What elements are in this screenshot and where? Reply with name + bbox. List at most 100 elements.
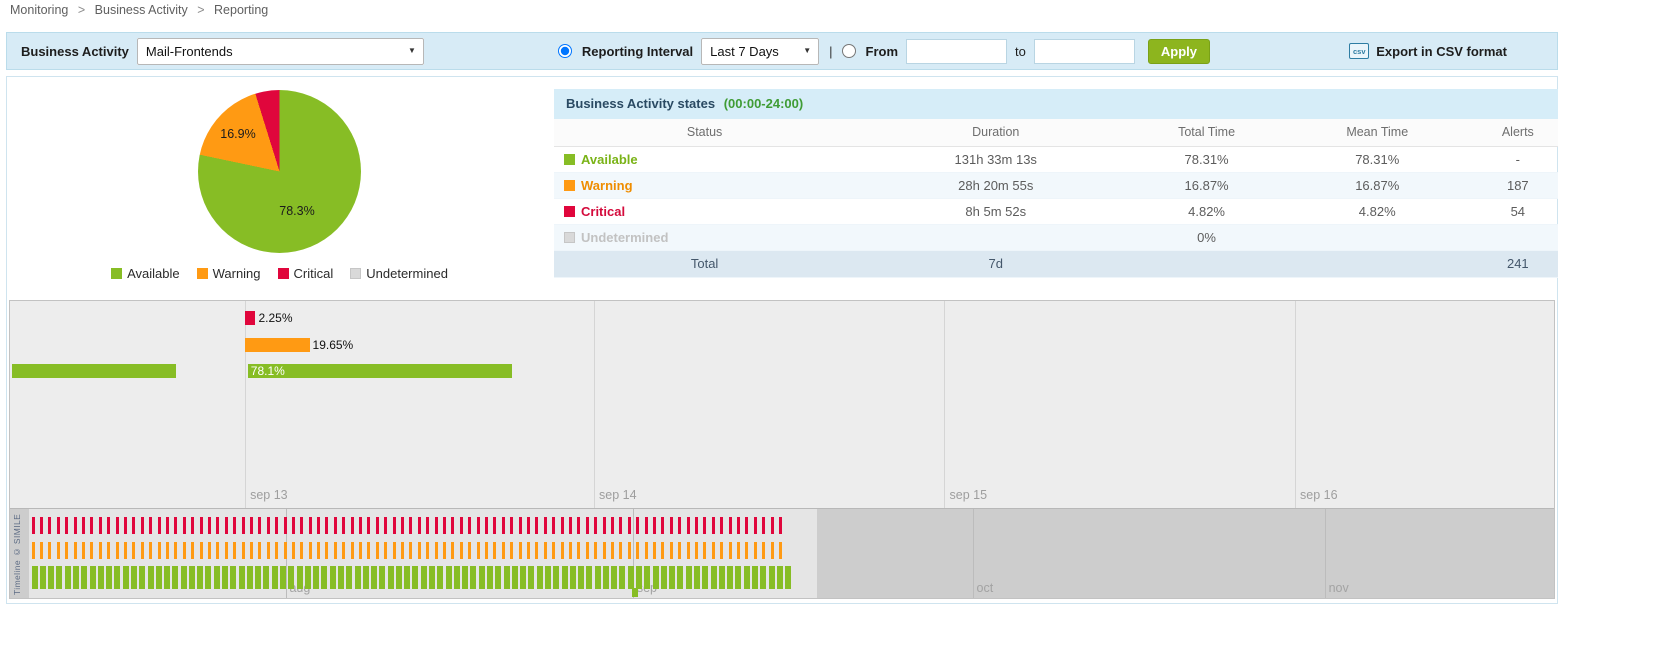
overview-tick-warning: [216, 542, 219, 559]
critical-swatch: [278, 268, 289, 279]
overview-tick-warning: [460, 542, 463, 559]
timeline-bar-warning[interactable]: [245, 338, 310, 352]
overview-tick-warning: [57, 542, 60, 559]
overview-tick-critical: [200, 517, 203, 534]
overview-tick-critical: [191, 517, 194, 534]
overview-tick-critical: [712, 517, 715, 534]
overview-tick-critical: [258, 517, 261, 534]
from-date-input[interactable]: [906, 39, 1007, 64]
overview-tick-critical: [225, 517, 228, 534]
overview-tick-available: [379, 566, 385, 589]
overview-tick-critical: [409, 517, 412, 534]
custom-range-radio[interactable]: [842, 44, 856, 58]
overview-tick-warning: [409, 542, 412, 559]
overview-tick-critical: [300, 517, 303, 534]
overview-tick-warning: [586, 542, 589, 559]
status-cell: Warning: [554, 172, 855, 198]
overview-tick-available: [205, 566, 211, 589]
warning-swatch: [197, 268, 208, 279]
table-row-total: Total 7d 241: [554, 250, 1558, 277]
reporting-interval-select[interactable]: Last 7 Days ▼: [701, 38, 819, 65]
overview-tick-critical: [485, 517, 488, 534]
overview-tick-warning: [250, 542, 253, 559]
overview-tick-warning: [720, 542, 723, 559]
mean-time-cell: [1277, 224, 1478, 250]
reporting-interval-radio[interactable]: [558, 44, 572, 58]
overview-tick-warning: [124, 542, 127, 559]
overview-tick-critical: [208, 517, 211, 534]
overview-tick-warning: [166, 542, 169, 559]
status-cell: Critical: [554, 198, 855, 224]
overview-tick-warning: [729, 542, 732, 559]
overview-tick-warning: [359, 542, 362, 559]
overview-tick-warning: [200, 542, 203, 559]
overview-tick-critical: [82, 517, 85, 534]
overview-tick-available: [470, 566, 476, 589]
breadcrumb-reporting[interactable]: Reporting: [214, 3, 268, 17]
business-activity-label: Business Activity: [21, 44, 129, 59]
overview-tick-available: [619, 566, 625, 589]
overview-tick-warning: [687, 542, 690, 559]
overview-tick-available: [421, 566, 427, 589]
apply-button[interactable]: Apply: [1148, 39, 1210, 64]
overview-tick-available: [735, 566, 741, 589]
overview-tick-warning: [636, 542, 639, 559]
overview-tick-warning: [544, 542, 547, 559]
overview-tick-critical: [267, 517, 270, 534]
overview-tick-critical: [754, 517, 757, 534]
overview-tick-warning: [754, 542, 757, 559]
business-activity-select-control[interactable]: Mail-Frontends: [137, 38, 424, 65]
overview-tick-critical: [527, 517, 530, 534]
timeline-bar-critical[interactable]: [245, 311, 256, 325]
overview-tick-critical: [611, 517, 614, 534]
overview-month-label: nov: [1329, 581, 1349, 595]
timeline-bar-value: 2.25%: [258, 311, 292, 325]
timeline-main-band[interactable]: sep 13sep 14sep 15sep 162.25%19.65%78.1%: [10, 301, 1554, 509]
breadcrumb-monitoring[interactable]: Monitoring: [10, 3, 68, 17]
timeline-bar-available[interactable]: [248, 364, 512, 378]
overview-tick-critical: [292, 517, 295, 534]
overview-tick-available: [164, 566, 170, 589]
overview-tick-available: [98, 566, 104, 589]
table-row-undetermined: Undetermined 0%: [554, 224, 1558, 250]
total-label-cell: Total: [554, 250, 855, 277]
overview-tick-critical: [661, 517, 664, 534]
status-label: Critical: [581, 204, 625, 219]
table-row-critical: Critical 8h 5m 52s 4.82% 4.82% 54: [554, 198, 1558, 224]
reporting-interval-select-control[interactable]: Last 7 Days: [701, 38, 819, 65]
pie-legend: Available Warning Critical Undetermined: [7, 266, 552, 281]
overview-tick-critical: [309, 517, 312, 534]
timeline-bar-value: 78.1%: [251, 364, 285, 378]
overview-tick-available: [636, 566, 642, 589]
total-time-cell: 16.87%: [1136, 172, 1277, 198]
csv-icon: csv: [1349, 43, 1369, 59]
to-date-input[interactable]: [1034, 39, 1135, 64]
overview-tick-available: [603, 566, 609, 589]
overview-tick-critical: [779, 517, 782, 534]
overview-tick-available: [760, 566, 766, 589]
timeline-overview-band[interactable]: Timeline © SIMILE augsepoctnov: [10, 509, 1554, 598]
overview-tick-available: [785, 566, 791, 589]
overview-tick-critical: [451, 517, 454, 534]
overview-tick-critical: [720, 517, 723, 534]
toolbar: Business Activity Mail-Frontends ▼ Repor…: [6, 32, 1558, 70]
overview-tick-critical: [594, 517, 597, 534]
breadcrumb-business-activity[interactable]: Business Activity: [95, 3, 188, 17]
overview-tick-warning: [468, 542, 471, 559]
overview-tick-warning: [435, 542, 438, 559]
overview-tick-available: [255, 566, 261, 589]
overview-tick-available: [462, 566, 468, 589]
timeline-date-label: sep 13: [250, 488, 288, 502]
business-activity-select[interactable]: Mail-Frontends ▼: [137, 38, 424, 65]
timeline-bar-available[interactable]: [12, 364, 176, 378]
overview-tick-warning: [401, 542, 404, 559]
export-csv-button[interactable]: csv Export in CSV format: [1349, 43, 1507, 59]
overview-tick-available: [719, 566, 725, 589]
overview-tick-available: [305, 566, 311, 589]
overview-tick-warning: [762, 542, 765, 559]
overview-tick-warning: [771, 542, 774, 559]
overview-tick-warning: [309, 542, 312, 559]
timeline-date-label: sep 14: [599, 488, 637, 502]
overview-tick-critical: [242, 517, 245, 534]
overview-tick-warning: [594, 542, 597, 559]
